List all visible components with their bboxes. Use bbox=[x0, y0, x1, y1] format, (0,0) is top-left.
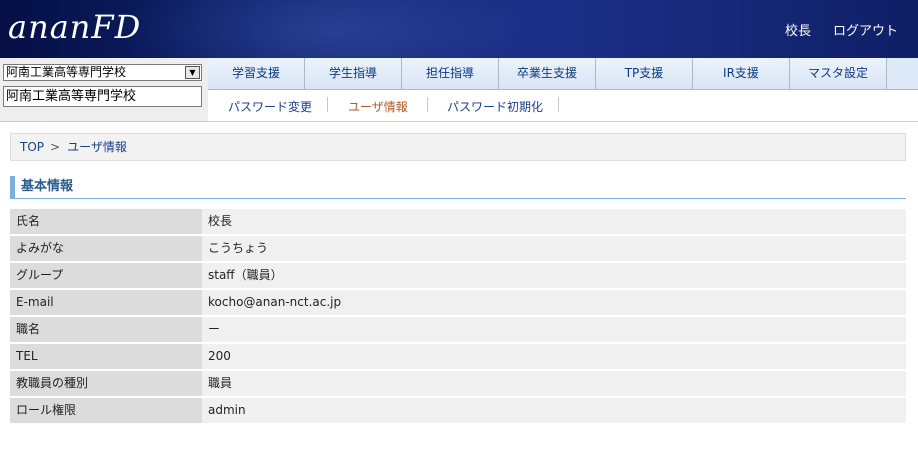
table-row: ロール権限 admin bbox=[10, 398, 906, 423]
table-row: 職名 ー bbox=[10, 317, 906, 342]
row-value: 校長 bbox=[202, 209, 906, 234]
tab-graduate-support[interactable]: 卒業生支援 bbox=[499, 58, 596, 89]
table-row: よみがな こうちょう bbox=[10, 236, 906, 261]
tab-learning-support[interactable]: 学習支援 bbox=[208, 58, 305, 89]
row-label: グループ bbox=[10, 263, 202, 288]
row-value: admin bbox=[202, 398, 906, 423]
row-value: 200 bbox=[202, 344, 906, 369]
table-row: グループ staff（職員） bbox=[10, 263, 906, 288]
app-logo[interactable]: ananFD bbox=[8, 8, 141, 46]
row-value: 職員 bbox=[202, 371, 906, 396]
row-label: 氏名 bbox=[10, 209, 202, 234]
app-header: ananFD 校長 ログアウト bbox=[0, 0, 918, 58]
sub-nav: パスワード変更 ユーザ情報 パスワード初期化 bbox=[208, 90, 918, 122]
user-info-table: 氏名 校長 よみがな こうちょう グループ staff（職員） E-mail k… bbox=[10, 209, 906, 425]
subnav-password-reset[interactable]: パスワード初期化 bbox=[447, 98, 543, 115]
table-row: 教職員の種別 職員 bbox=[10, 371, 906, 396]
row-value: こうちょう bbox=[202, 236, 906, 261]
school-selector-area: 阿南工業高等専門学校 ▼ 阿南工業高等専門学校 bbox=[0, 58, 208, 122]
tab-student-guidance[interactable]: 学生指導 bbox=[305, 58, 402, 89]
school-name-field[interactable]: 阿南工業高等専門学校 bbox=[3, 86, 202, 107]
row-label: よみがな bbox=[10, 236, 202, 261]
table-row: E-mail kocho@anan-nct.ac.jp bbox=[10, 290, 906, 315]
row-label: E-mail bbox=[10, 290, 202, 315]
chevron-down-icon[interactable]: ▼ bbox=[185, 66, 200, 79]
tab-ir-support[interactable]: IR支援 bbox=[693, 58, 790, 89]
row-label: 教職員の種別 bbox=[10, 371, 202, 396]
subnav-user-info[interactable]: ユーザ情報 bbox=[348, 98, 408, 115]
tab-master-settings[interactable]: マスタ設定 bbox=[790, 58, 887, 89]
subnav-password-change[interactable]: パスワード変更 bbox=[228, 98, 312, 115]
section-title: 基本情報 bbox=[10, 176, 906, 199]
header-links: 校長 ログアウト bbox=[785, 20, 898, 39]
subnav-divider bbox=[327, 97, 328, 112]
chevron-right-icon: > bbox=[50, 140, 61, 154]
row-value: staff（職員） bbox=[202, 263, 906, 288]
row-label: 職名 bbox=[10, 317, 202, 342]
tab-homeroom-guidance[interactable]: 担任指導 bbox=[402, 58, 499, 89]
user-link[interactable]: 校長 bbox=[785, 20, 811, 39]
row-value: ー bbox=[202, 317, 906, 342]
breadcrumb-top[interactable]: TOP bbox=[20, 140, 44, 154]
school-select-value: 阿南工業高等専門学校 bbox=[6, 65, 127, 79]
subnav-divider bbox=[427, 97, 428, 112]
main-nav: 学習支援 学生指導 担任指導 卒業生支援 TP支援 IR支援 マスタ設定 bbox=[208, 58, 918, 90]
school-select[interactable]: 阿南工業高等専門学校 ▼ bbox=[3, 64, 202, 81]
tab-tp-support[interactable]: TP支援 bbox=[596, 58, 693, 89]
logout-link[interactable]: ログアウト bbox=[833, 20, 898, 39]
row-label: TEL bbox=[10, 344, 202, 369]
breadcrumb-current[interactable]: ユーザ情報 bbox=[67, 140, 127, 154]
header-decoration bbox=[120, 0, 540, 58]
row-value: kocho@anan-nct.ac.jp bbox=[202, 290, 906, 315]
table-row: TEL 200 bbox=[10, 344, 906, 369]
table-row: 氏名 校長 bbox=[10, 209, 906, 234]
breadcrumb: TOP > ユーザ情報 bbox=[10, 133, 906, 161]
subnav-divider bbox=[558, 97, 559, 112]
row-label: ロール権限 bbox=[10, 398, 202, 423]
